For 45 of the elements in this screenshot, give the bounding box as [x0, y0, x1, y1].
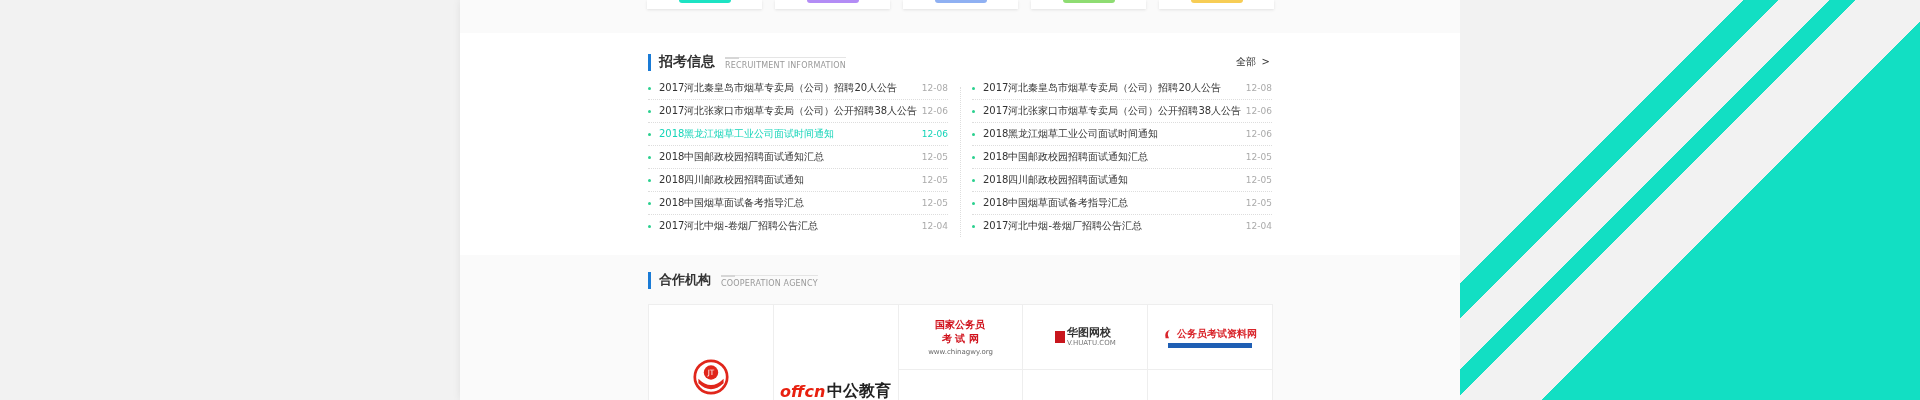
news-item[interactable]: 2018四川邮政校园招聘面试通知 12-05: [972, 169, 1272, 192]
category-card[interactable]: [775, 0, 890, 9]
news-item[interactable]: 2017河北秦皇岛市烟草专卖局（公司）招聘20人公告 12-08: [972, 77, 1272, 100]
news-item[interactable]: 2018黑龙江烟草工业公司面试时间通知 12-06: [972, 123, 1272, 146]
bullet-icon: [648, 86, 651, 90]
logo-text: 公务员考试资料网: [1177, 326, 1258, 341]
logo-text: 华图网校: [1066, 327, 1112, 339]
section-title: 合作机构: [659, 271, 711, 289]
news-item[interactable]: 2017河北张家口市烟草专卖局（公司）公开招聘38人公告 12-06: [972, 100, 1272, 123]
bullet-icon: [972, 155, 975, 159]
logo-mark-icon: [1054, 331, 1065, 343]
news-item[interactable]: 2018四川邮政校园招聘面试通知 12-05: [648, 169, 948, 192]
bullet-icon: [648, 109, 651, 113]
bullet-icon: [972, 178, 975, 182]
news-item[interactable]: 2017河北中烟-卷烟厂招聘公告汇总 12-04: [972, 215, 1272, 237]
news-item[interactable]: 2018中国烟草面试备考指导汇总 12-05: [972, 192, 1272, 215]
bullet-icon: [972, 132, 975, 136]
category-card[interactable]: [1159, 0, 1274, 9]
logo-text: 考 试 网: [942, 332, 979, 346]
news-item[interactable]: 2018中国邮政校园招聘面试通知汇总 12-05: [972, 146, 1272, 169]
bullet-icon: [648, 178, 651, 182]
partner-cell[interactable]: 公务员考试资料网: [1148, 305, 1273, 370]
bullet-icon: [648, 132, 651, 136]
category-card[interactable]: [647, 0, 762, 9]
news-item[interactable]: 2018中国邮政校园招聘面试通知汇总 12-05: [648, 146, 948, 169]
news-item[interactable]: 2017河北中烟-卷烟厂招聘公告汇总 12-04: [648, 215, 948, 237]
bullet-icon: [648, 155, 651, 159]
bullet-icon: [972, 224, 975, 228]
section-subtitle: RECRUITMENT INFORMATION: [725, 60, 846, 70]
bullet-icon: [972, 86, 975, 90]
view-all-link[interactable]: 全部 >: [1235, 55, 1270, 69]
category-card[interactable]: [903, 0, 1018, 9]
logo-text: 国家公务员: [935, 318, 986, 332]
emblem-logo-icon: JT: [692, 359, 729, 395]
section-subtitle: COOPERATION AGENCY: [721, 278, 818, 288]
bullet-icon: [648, 224, 651, 228]
bullet-icon: [972, 201, 975, 205]
news-item[interactable]: 2017河北张家口市烟草专卖局（公司）公开招聘38人公告 12-06: [648, 100, 948, 123]
category-card[interactable]: [1031, 0, 1146, 9]
bullet-icon: [648, 201, 651, 205]
partner-logo: offcn中公教育: [780, 381, 892, 400]
section-title: 招考信息: [659, 53, 715, 71]
news-item[interactable]: 2017河北秦皇岛市烟草专卖局（公司）招聘20人公告 12-08: [648, 77, 948, 100]
news-item[interactable]: 2018中国烟草面试备考指导汇总 12-05: [648, 192, 948, 215]
bullet-icon: [972, 109, 975, 113]
